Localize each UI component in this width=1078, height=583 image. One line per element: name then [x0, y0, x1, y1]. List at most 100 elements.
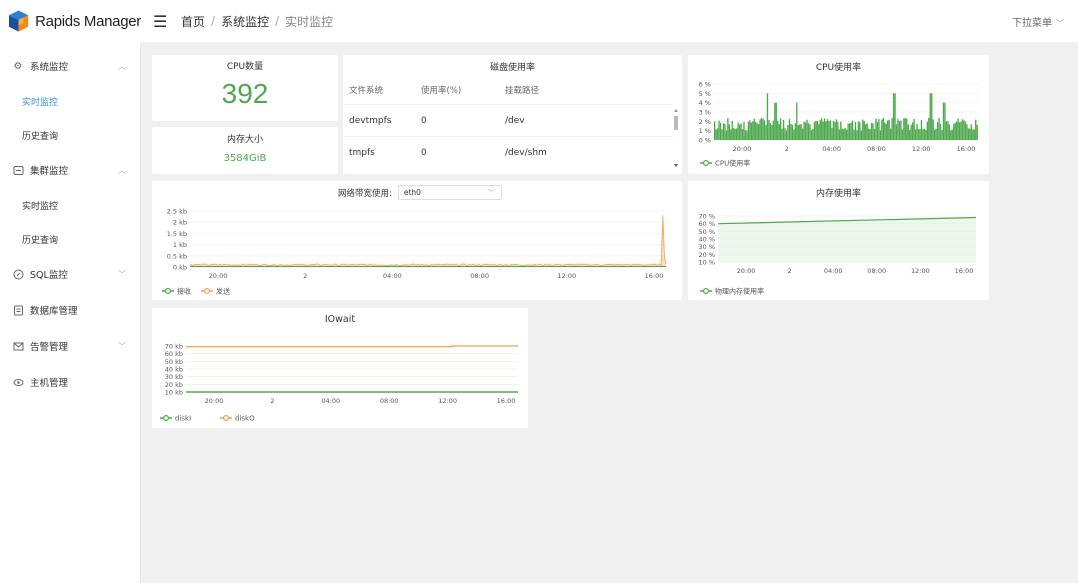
memory-usage-chart: 10 %20 %30 %40 %50 %60 %70 % 20:00 2 04:00 0…: [698, 213, 977, 296]
cpu-usage-bar: [936, 122, 939, 140]
cpu-usage-bar: [797, 125, 799, 140]
menu-toggle-icon[interactable]: ☰: [153, 12, 167, 31]
legend-label: diskI: [175, 415, 191, 423]
cpu-usage-bar: [766, 93, 769, 140]
cpu-usage-bar: [810, 130, 813, 140]
cpu-usage-bar: [950, 130, 952, 140]
sql-icon: [12, 268, 24, 280]
cpu-usage-bar: [969, 128, 971, 140]
cpu-usage-bar: [903, 118, 905, 140]
y-tick-label: 10 %: [698, 259, 715, 267]
cpu-usage-title: CPU使用率: [815, 63, 862, 73]
breadcrumb-current: 实时监控: [285, 14, 334, 29]
cpu-usage-bar: [803, 121, 805, 140]
network-interface-select[interactable]: eth0 ﹀: [397, 185, 502, 200]
cpu-usage-bar: [788, 118, 791, 140]
cluster-icon: [12, 164, 24, 176]
cpu-usage-bar: [944, 102, 946, 140]
cpu-usage-bar: [725, 130, 728, 140]
chevron-down-icon: ﹀: [487, 188, 495, 197]
cpu-usage-bar: [885, 123, 887, 140]
sidebar-group-alarm-management[interactable]: 告警管理 ﹀: [0, 328, 140, 364]
table-cell: 0: [421, 148, 427, 158]
memory-size-card: 内存大小 3584GiB: [152, 127, 338, 174]
x-tick-label: 08:00: [380, 397, 399, 405]
cpu-usage-bar: [831, 127, 833, 140]
sidebar-item-host-management[interactable]: 主机管理: [0, 364, 140, 400]
sidebar-group-system-monitor[interactable]: ⚙ 系统监控 ︿: [0, 48, 140, 84]
column-header: 使用率(%): [421, 85, 462, 96]
sidebar-item-database-management[interactable]: 数据库管理: [0, 292, 140, 328]
cpu-usage-bar: [714, 121, 716, 140]
cpu-usage-bar: [922, 129, 924, 140]
x-tick-label: 12:00: [911, 267, 930, 275]
cpu-usage-bar: [813, 121, 816, 140]
sidebar-group-sql-monitor[interactable]: SQL监控 ﹀: [0, 256, 140, 292]
cpu-usage-bar: [868, 128, 870, 140]
cpu-usage-bar: [919, 129, 921, 140]
breadcrumb-home[interactable]: 首页: [181, 13, 205, 30]
cpu-usage-bar: [822, 121, 824, 140]
cpu-usage-bar: [806, 119, 808, 140]
sidebar-group-cluster-monitor[interactable]: 集群监控 ︿: [0, 152, 140, 188]
x-tick-label: 04:00: [822, 145, 841, 153]
cpu-usage-bar: [928, 117, 930, 140]
legend-marker: [165, 287, 172, 294]
x-tick-label: 16:00: [955, 267, 974, 275]
cpu-usage-bar: [916, 123, 918, 140]
table-cell: /dev: [505, 115, 525, 126]
sidebar-item-cluster-history[interactable]: 历史查询: [0, 222, 140, 256]
cpu-usage-bar: [939, 123, 942, 140]
cpu-usage-bar: [812, 128, 814, 140]
cpu-usage-bar: [850, 122, 852, 140]
cpu-usage-bar: [872, 123, 874, 140]
cpu-usage-bar: [879, 130, 882, 140]
x-tick-label: 12:00: [557, 272, 576, 280]
cpu-usage-bar: [957, 118, 959, 140]
cpu-usage-bar: [938, 117, 940, 140]
logo[interactable]: Rapids Manager: [0, 9, 141, 33]
gear-icon: ⚙: [13, 60, 23, 72]
cpu-usage-bar: [728, 124, 730, 140]
cpu-usage-bar: [856, 130, 858, 140]
header-dropdown[interactable]: 下拉菜单 ﹀: [1012, 14, 1064, 29]
cpu-usage-bar: [758, 124, 760, 140]
sidebar-item-cluster-realtime[interactable]: 实时监控: [0, 188, 140, 222]
cpu-usage-bar: [913, 118, 915, 140]
legend-label: 接收: [177, 287, 191, 296]
cpu-usage-bar: [909, 129, 911, 140]
cpu-usage-bar: [784, 128, 786, 140]
column-header: 文件系统: [349, 85, 384, 96]
table-cell: /dev/shm: [505, 148, 547, 158]
cpu-usage-bar: [904, 118, 906, 140]
cpu-usage-bar: [796, 102, 798, 140]
x-tick-label: 04:00: [824, 267, 843, 275]
cpu-usage-bar: [809, 124, 811, 140]
disk-table-scrollbar[interactable]: [673, 108, 679, 168]
cpu-usage-bar: [975, 119, 977, 140]
cpu-usage-bar: [774, 102, 776, 140]
cpu-usage-bar: [749, 120, 751, 140]
chevron-up-icon: ︿: [118, 165, 126, 175]
cpu-usage-bar: [716, 128, 719, 140]
cpu-usage-bar: [956, 121, 958, 140]
cpu-usage-bar: [853, 129, 855, 140]
x-tick-label: 08:00: [867, 267, 886, 275]
y-tick-label: 0 kb: [173, 264, 187, 272]
cpu-usage-bar: [733, 127, 735, 140]
cpu-usage-bar: [857, 121, 860, 140]
cpu-usage-bar: [844, 127, 846, 140]
sidebar-item-realtime-monitor[interactable]: 实时监控: [0, 84, 140, 118]
sidebar-item-history-query[interactable]: 历史查询: [0, 118, 140, 152]
header-dropdown-label: 下拉菜单: [1012, 18, 1052, 29]
cpu-usage-bar: [824, 118, 826, 140]
chevron-down-icon: ﹀: [1056, 19, 1064, 28]
network-chart: 0 kb 0.5 kb 1 kb 1.5 kb 2 kb 2.5 kb 20:00 2 04:0…: [162, 208, 667, 296]
database-icon: [12, 304, 24, 316]
cpu-usage-bar: [765, 124, 767, 140]
cpu-usage-bar: [887, 120, 889, 140]
cpu-usage-bar: [888, 119, 890, 140]
breadcrumb-system-monitor[interactable]: 系统监控: [221, 13, 269, 30]
cpu-usage-bar: [920, 120, 923, 140]
network-title: 网络带宽使用:: [338, 188, 392, 199]
